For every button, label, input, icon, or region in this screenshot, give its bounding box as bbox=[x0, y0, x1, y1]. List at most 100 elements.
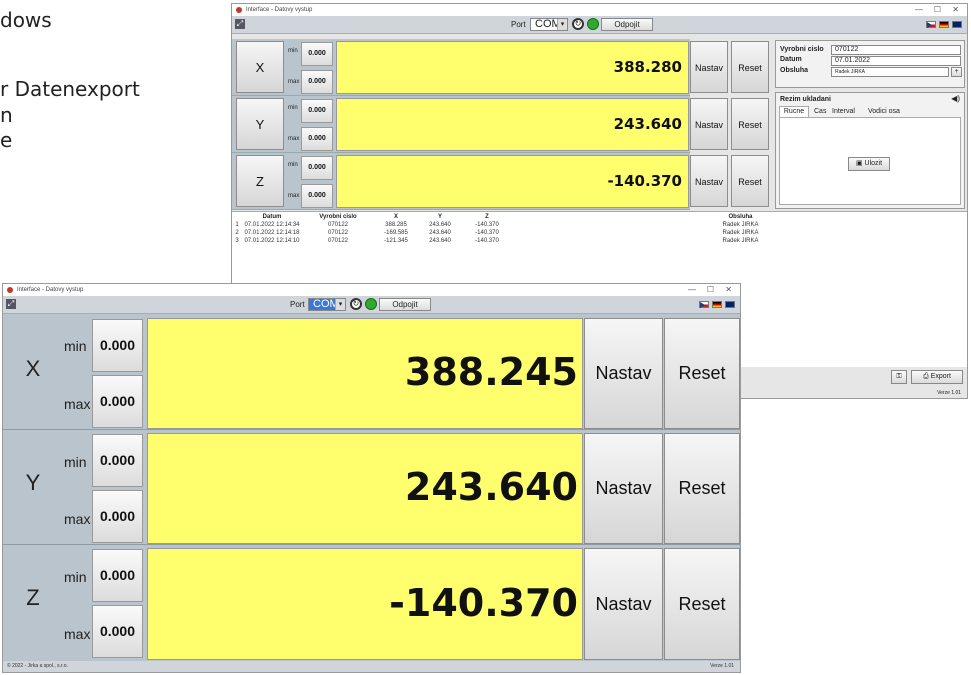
flag-gb-icon[interactable] bbox=[725, 301, 735, 308]
back-y-reset-button[interactable]: Reset bbox=[731, 98, 769, 150]
axis-y-name: Y bbox=[25, 470, 41, 495]
copyright-label: © 2022 - Jirka a spol., s.r.o. bbox=[7, 663, 68, 669]
y-display: 243.640 bbox=[147, 433, 583, 544]
cell-operator: Radek JIRKA bbox=[722, 230, 759, 236]
back-z-set-button[interactable]: Nastav bbox=[690, 155, 728, 207]
maximize-button[interactable]: ☐ bbox=[707, 284, 714, 296]
connection-status-icon bbox=[587, 18, 599, 30]
max-label: max bbox=[64, 396, 91, 412]
close-button[interactable]: ✕ bbox=[952, 4, 959, 16]
operator-select[interactable]: Radek JIRKA bbox=[831, 67, 949, 77]
add-operator-button[interactable]: + bbox=[951, 67, 962, 77]
cell-date: 07.01.2022 12:14:34 bbox=[244, 222, 300, 228]
cell-y: 243.640 bbox=[429, 222, 451, 228]
back-axis-y-name[interactable]: Y bbox=[236, 98, 284, 150]
cell-y: 243.640 bbox=[429, 238, 451, 244]
cell-serial: 070122 bbox=[327, 238, 349, 244]
minimize-button[interactable]: — bbox=[915, 4, 923, 16]
serial-input[interactable]: 070122 bbox=[831, 45, 961, 55]
y-min-value[interactable]: 0.000 bbox=[92, 434, 143, 487]
flag-cz-icon[interactable] bbox=[699, 301, 709, 308]
z-display: -140.370 bbox=[147, 548, 583, 660]
flag-de-icon[interactable] bbox=[712, 301, 722, 308]
col-header-date[interactable]: Datum bbox=[242, 213, 302, 221]
maximize-button[interactable]: ☐ bbox=[934, 4, 941, 16]
refresh-icon[interactable]: ↻ bbox=[572, 18, 584, 30]
x-min-value[interactable]: 0.000 bbox=[92, 319, 143, 372]
back-y-set-button[interactable]: Nastav bbox=[690, 98, 728, 150]
save-mode-title: Rezim ukladani bbox=[780, 96, 831, 103]
z-min-value[interactable]: 0.000 bbox=[92, 549, 143, 602]
key-icon[interactable]: ⚿ bbox=[891, 370, 907, 384]
tab-cas[interactable]: Cas bbox=[814, 108, 826, 115]
back-z-max-value[interactable]: 0.000 bbox=[301, 184, 333, 208]
back-z-reset-button[interactable]: Reset bbox=[731, 155, 769, 207]
back-y-max-value[interactable]: 0.000 bbox=[301, 127, 333, 151]
minimize-button[interactable]: — bbox=[688, 284, 696, 296]
max-label: max bbox=[288, 79, 300, 85]
y-reset-button[interactable]: Reset bbox=[664, 433, 740, 544]
back-axis-x-name[interactable]: X bbox=[236, 41, 284, 93]
z-set-button[interactable]: Nastav bbox=[584, 548, 663, 660]
x-max-value[interactable]: 0.000 bbox=[92, 375, 143, 428]
tab-interval[interactable]: Interval bbox=[832, 108, 855, 115]
back-x-max-value[interactable]: 0.000 bbox=[301, 70, 333, 94]
back-title-bar: Interface - Datovy vystup — ☐ ✕ bbox=[232, 4, 967, 16]
z-max-value[interactable]: 0.000 bbox=[92, 605, 143, 658]
export-button-label: Export bbox=[930, 373, 951, 380]
save-button[interactable]: ▣ Ulozit bbox=[848, 157, 890, 171]
front-title-bar: Interface - Datovy vystup — ☐ ✕ bbox=[3, 284, 740, 296]
y-max-value[interactable]: 0.000 bbox=[92, 490, 143, 543]
flag-de-icon[interactable] bbox=[939, 21, 949, 28]
tab-rucne[interactable]: Rucne bbox=[779, 106, 809, 117]
speaker-icon[interactable]: ◀) bbox=[951, 94, 960, 103]
x-reset-button[interactable]: Reset bbox=[664, 318, 740, 429]
save-mode-panel: Rezim ukladani ◀) Rucne Cas Interval Vod… bbox=[775, 92, 965, 209]
x-set-button[interactable]: Nastav bbox=[584, 318, 663, 429]
front-toolbar: ⤢ Port COM7 ▾ ↻ Odpojit bbox=[3, 296, 740, 314]
cell-serial: 070122 bbox=[327, 222, 349, 228]
min-label: min bbox=[288, 105, 298, 111]
fullscreen-icon[interactable]: ⤢ bbox=[235, 19, 245, 29]
cell-x: -121.345 bbox=[384, 238, 408, 244]
table-row[interactable]: 3 07.01.2022 12:14:10 070122 -121.345 24… bbox=[232, 237, 967, 245]
date-input[interactable]: 07.01.2022 bbox=[831, 56, 961, 66]
col-header-z[interactable]: Z bbox=[462, 213, 512, 221]
min-label: min bbox=[64, 569, 87, 585]
back-axis-z-name[interactable]: Z bbox=[236, 155, 284, 207]
back-y-min-value[interactable]: 0.000 bbox=[301, 99, 333, 123]
app-icon bbox=[236, 7, 242, 13]
save-button-label: Ulozit bbox=[864, 160, 883, 167]
y-set-button[interactable]: Nastav bbox=[584, 433, 663, 544]
disconnect-button[interactable]: Odpojit bbox=[601, 18, 653, 31]
export-button[interactable]: ⎙ Export bbox=[911, 370, 963, 384]
refresh-icon[interactable]: ↻ bbox=[350, 298, 362, 310]
flag-cz-icon[interactable] bbox=[926, 21, 936, 28]
port-select[interactable]: COM7 ▾ bbox=[530, 18, 568, 31]
back-x-min-value[interactable]: 0.000 bbox=[301, 42, 333, 66]
max-label: max bbox=[288, 136, 300, 142]
axis-z-name: Z bbox=[26, 585, 40, 610]
tab-vodici-osa[interactable]: Vodici osa bbox=[868, 108, 900, 115]
table-row[interactable]: 1 07.01.2022 12:14:34 070122 388.285 243… bbox=[232, 221, 967, 229]
cell-operator: Radek JIRKA bbox=[722, 238, 759, 244]
z-reset-button[interactable]: Reset bbox=[664, 548, 740, 660]
cell-z: -140.370 bbox=[475, 222, 499, 228]
col-header-y[interactable]: Y bbox=[418, 213, 462, 221]
disconnect-button[interactable]: Odpojit bbox=[379, 298, 431, 311]
port-select[interactable]: COM7 ▾ bbox=[308, 298, 346, 311]
col-header-x[interactable]: X bbox=[374, 213, 418, 221]
back-z-min-value[interactable]: 0.000 bbox=[301, 156, 333, 180]
col-header-operator[interactable]: Obsluha bbox=[512, 213, 967, 221]
back-z-display: -140.370 bbox=[336, 155, 689, 208]
back-x-reset-button[interactable]: Reset bbox=[731, 41, 769, 93]
back-x-set-button[interactable]: Nastav bbox=[690, 41, 728, 93]
flag-gb-icon[interactable] bbox=[952, 21, 962, 28]
x-display: 388.245 bbox=[147, 318, 583, 429]
close-button[interactable]: ✕ bbox=[725, 284, 732, 296]
table-row[interactable]: 2 07.01.2022 12:14:18 070122 -169.585 24… bbox=[232, 229, 967, 237]
min-label: min bbox=[64, 454, 87, 470]
col-header-serial[interactable]: Vyrobni cislo bbox=[302, 213, 374, 221]
serial-label: Vyrobni cislo bbox=[780, 46, 824, 53]
fullscreen-icon[interactable]: ⤢ bbox=[6, 299, 16, 309]
